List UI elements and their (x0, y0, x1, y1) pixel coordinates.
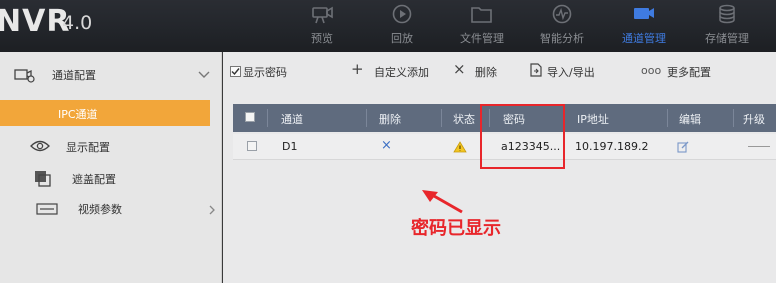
close-icon: × (453, 60, 466, 78)
delete-button[interactable]: 删除 (475, 64, 497, 80)
password-highlight-box (480, 104, 565, 169)
show-password-checkbox[interactable] (230, 66, 241, 77)
playback-icon (392, 4, 412, 24)
plus-icon: + (351, 60, 364, 78)
column-separator (366, 109, 367, 127)
sidebar-item-video-params[interactable]: 视频参数 (0, 196, 222, 222)
analysis-icon (552, 4, 572, 24)
select-all-checkbox[interactable] (245, 112, 255, 122)
database-icon (719, 4, 735, 24)
column-header-edit[interactable]: 编辑 (679, 111, 701, 127)
sidebar-item-ipc-channel-label: IPC通道 (58, 108, 98, 121)
import-export-icon (530, 63, 542, 77)
app-version: 4.0 (62, 12, 93, 34)
more-config-button[interactable]: 更多配置 (667, 64, 711, 80)
cell-ip-address: 10.197.189.2 (575, 140, 649, 153)
column-header-ip-address[interactable]: IP地址 (577, 111, 609, 127)
sidebar-item-display-config-label: 显示配置 (66, 141, 110, 154)
import-export-button[interactable]: 导入/导出 (547, 64, 595, 80)
sidebar-item-mask-config-label: 遮盖配置 (72, 173, 116, 186)
nav-playback-label: 回放 (391, 32, 413, 45)
sidebar-item-mask-config[interactable]: 遮盖配置 (0, 166, 222, 192)
nav-channel-management-label: 通道管理 (622, 32, 666, 45)
camera-channel-icon (634, 8, 654, 19)
column-header-upgrade[interactable]: 升级 (743, 111, 765, 127)
custom-add-button[interactable]: 自定义添加 (374, 64, 429, 80)
nav-storage-management-label: 存储管理 (705, 32, 749, 45)
column-separator (267, 109, 268, 127)
cell-channel: D1 (282, 140, 298, 153)
column-separator (441, 109, 442, 127)
nav-storage-management[interactable]: 存储管理 (687, 0, 767, 52)
chevron-down-icon (198, 71, 210, 78)
edit-icon[interactable] (677, 141, 689, 153)
sidebar-section-channel-config[interactable]: 通道配置 (0, 62, 222, 88)
top-navigation-bar: NVR 4.0 预览 回放 文件管理 智能分析 通道管理 存储管理 (0, 0, 776, 52)
upgrade-empty-indicator (748, 146, 770, 147)
sidebar: 通道配置 IPC通道 显示配置 遮盖配置 视频参数 (0, 52, 222, 283)
sidebar-item-ipc-channel[interactable]: IPC通道 (0, 100, 210, 126)
column-separator (733, 109, 734, 127)
eye-icon (30, 140, 50, 152)
sidebar-item-video-params-label: 视频参数 (78, 203, 122, 216)
show-password-label[interactable]: 显示密码 (243, 64, 287, 80)
sidebar-item-display-config[interactable]: 显示配置 (0, 134, 222, 160)
app-logo: NVR (0, 4, 71, 39)
column-header-delete[interactable]: 删除 (379, 111, 401, 127)
nav-smart-analysis-label: 智能分析 (540, 32, 584, 45)
nav-preview[interactable]: 预览 (282, 0, 362, 52)
nav-smart-analysis[interactable]: 智能分析 (522, 0, 602, 52)
nav-file-management[interactable]: 文件管理 (442, 0, 522, 52)
chevron-right-icon (209, 205, 215, 215)
mask-icon (35, 171, 51, 187)
nav-file-management-label: 文件管理 (460, 32, 504, 45)
camera-settings-icon (14, 69, 35, 83)
toolbar: 显示密码 + 自定义添加 × 删除 导入/导出 ooo 更多配置 (223, 52, 776, 92)
column-separator (667, 109, 668, 127)
warning-icon (453, 141, 467, 153)
column-header-status[interactable]: 状态 (453, 111, 475, 127)
annotation-label: 密码已显示 (411, 218, 501, 239)
nav-preview-label: 预览 (311, 32, 333, 45)
folder-icon (471, 7, 492, 23)
more-dots-icon: ooo (641, 64, 662, 77)
row-delete-button[interactable]: × (381, 138, 392, 153)
column-header-channel[interactable]: 通道 (281, 111, 303, 127)
camera-icon (312, 6, 333, 24)
nav-channel-management[interactable]: 通道管理 (604, 0, 684, 52)
row-select-checkbox[interactable] (247, 141, 257, 151)
red-arrow-icon (422, 190, 463, 214)
video-icon (36, 203, 58, 215)
sidebar-section-label: 通道配置 (52, 69, 96, 82)
nav-playback[interactable]: 回放 (362, 0, 442, 52)
checkmark-icon (231, 68, 240, 76)
